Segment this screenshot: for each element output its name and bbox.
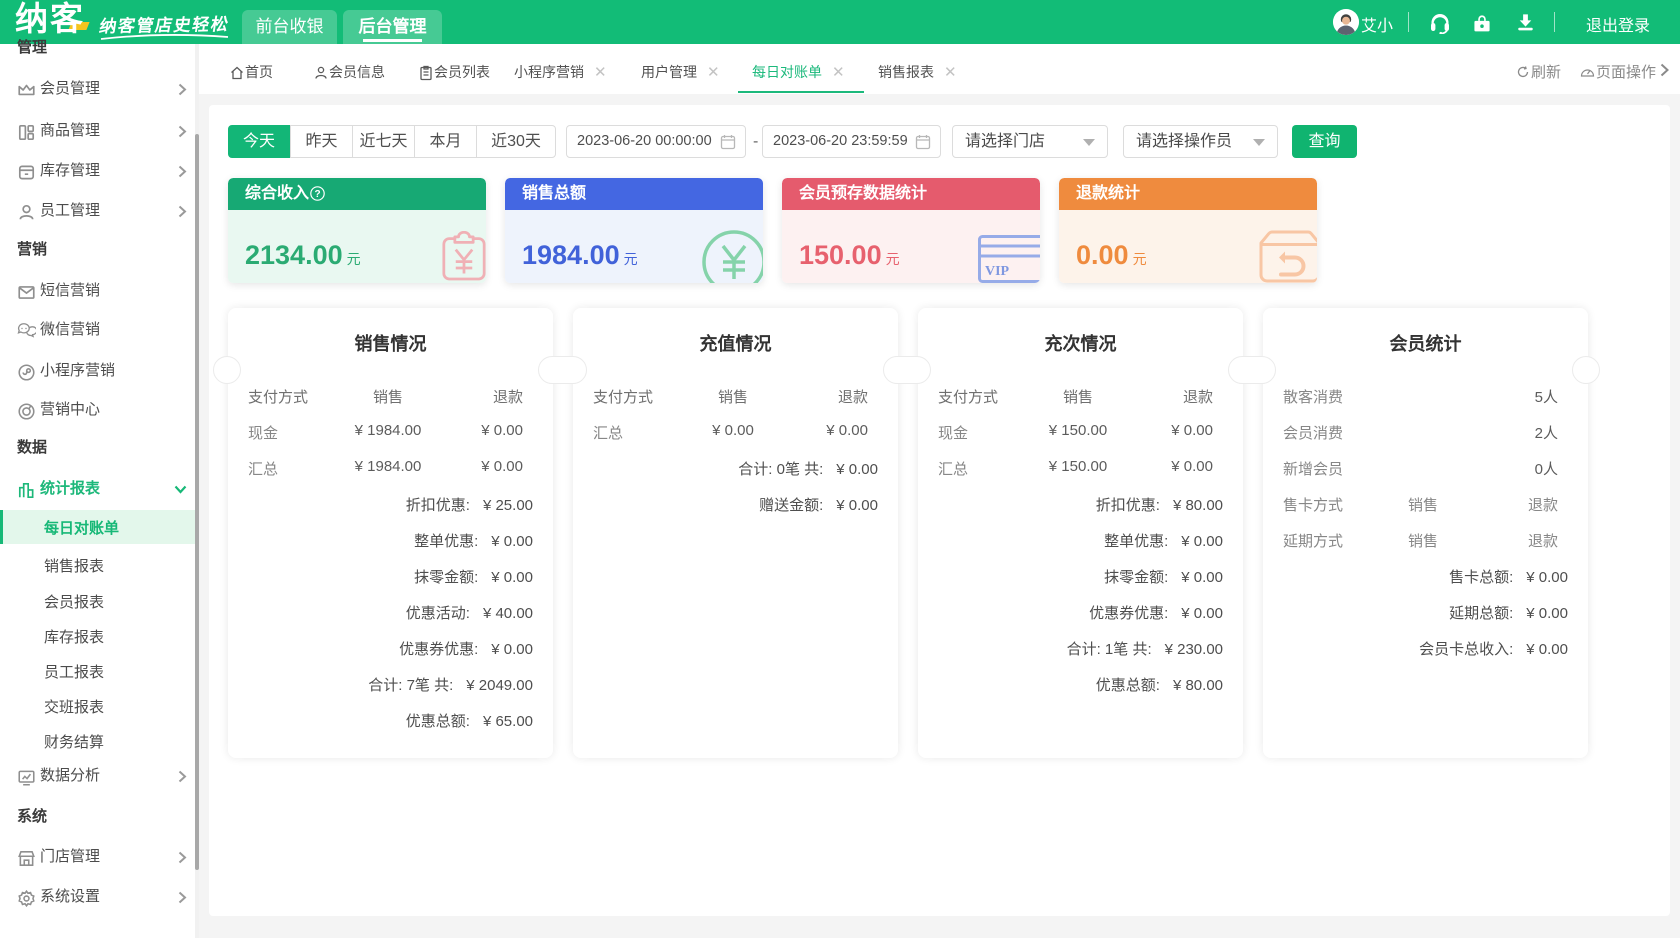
svg-text:?: ?	[314, 189, 320, 200]
svg-text:VIP: VIP	[985, 264, 1010, 279]
